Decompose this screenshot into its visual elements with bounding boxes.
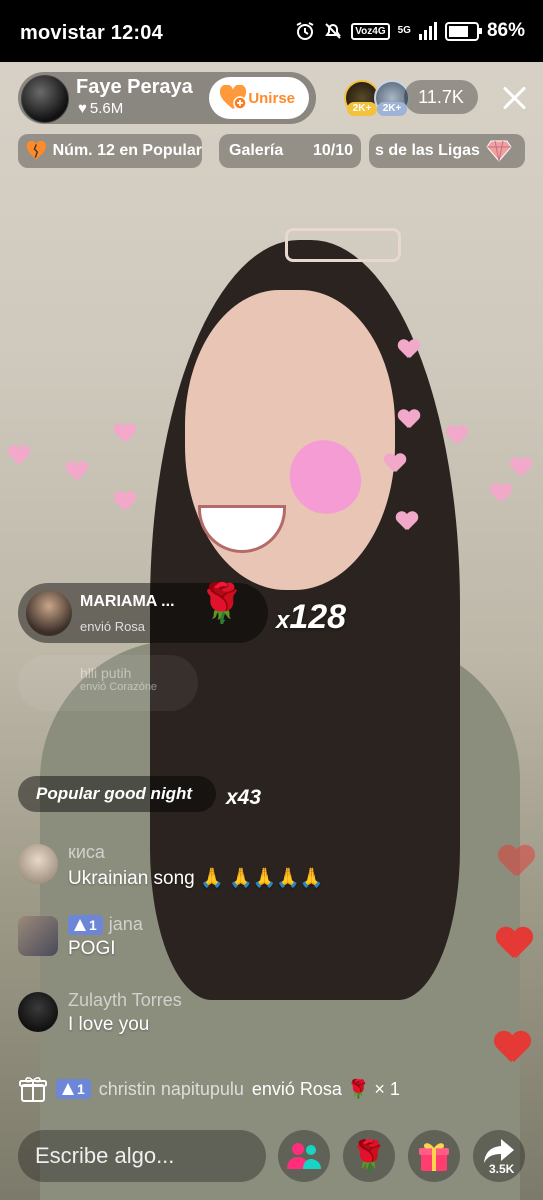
multi-guest-icon [287,1143,321,1169]
heart-effect-icon [490,484,512,504]
heart-effect-icon [398,410,420,430]
chat-text: I love you [68,1014,150,1035]
heart-effect-icon [398,340,420,360]
alarm-icon [295,21,315,41]
heart-icon: ♥ [78,100,87,117]
host-name: Faye Peraya [76,76,193,98]
viewer-count[interactable]: 11.7K [404,80,478,114]
gift-notice-user: christin napitupulu [98,1078,244,1099]
mute-icon [323,21,343,41]
gift-action: envió Rosa [80,619,146,634]
level-number: 1 [89,916,97,933]
level-badge: 1 [68,914,103,935]
gallery-chip[interactable]: Galería 10/10 [219,134,361,168]
heart-effect-icon [114,492,136,512]
chat-username: jana [108,914,143,934]
popular-combo-count: x43 [226,786,262,809]
battery-percent: 86% [486,20,525,41]
share-arrow-icon [484,1139,514,1163]
heart-effect-icon [396,512,418,532]
rank-chip[interactable]: Núm. 12 en Popular [18,134,202,168]
gift-box-icon [18,1074,48,1104]
popular-banner-text: good night [104,784,193,803]
carrier-name: movistar [20,22,105,44]
level-up-icon [74,918,86,931]
share-count: 3.5K [489,1162,515,1176]
faded-gift-text: hlli putih envió Corazóne [80,665,157,693]
host-info[interactable]: Faye Peraya ♥ 5.6M Unirse [18,72,316,124]
heart-effect-icon [510,458,532,478]
leagues-label: s de las Ligas [375,142,480,159]
join-label: Unirse [248,89,295,107]
status-icons: Voz4G 5G 86% [295,20,525,42]
chat-message[interactable]: Zulayth Torres I love you [18,990,458,1046]
popular-banner: Popular good night [18,776,216,812]
status-carrier-time: movistar 12:04 [20,22,163,45]
host-avatar[interactable] [21,75,69,123]
gallery-progress: 10/10 [312,142,353,159]
join-heart-icon [219,85,247,110]
gallery-label: Galería [229,142,284,159]
gift-icon [419,1143,449,1171]
heart-icon [494,1032,530,1064]
heart-icon [498,846,534,878]
chat-username-row: Zulayth Torres [68,990,182,1011]
gift-notice[interactable]: 1 christin napitupulu envió Rosa 🌹 × 1 [18,1072,498,1106]
gift-sender-name: MARIAMA ... [80,593,175,610]
chat-avatar[interactable] [18,992,58,1032]
chat-avatar[interactable] [18,844,58,884]
chat-message[interactable]: киса Ukrainian song 🙏 🙏🙏🙏🙏 [18,842,458,898]
gift-combo-count: x128 [276,598,347,636]
comment-input[interactable]: Escribe algo... [18,1130,266,1182]
status-bar: movistar 12:04 Voz4G 5G 86% [0,0,543,62]
heart-effect-icon [446,426,468,446]
heart-effect-icon [66,462,88,482]
signal-icon [418,22,437,40]
clock: 12:04 [110,22,163,44]
level-number: 1 [77,1081,85,1097]
gift-sender-avatar[interactable] [26,590,72,636]
chat-username-row: киса [68,842,105,863]
heart-effect-icon [8,446,30,466]
gift-notice-action: envió Rosa 🌹 × 1 [251,1078,400,1099]
close-icon[interactable] [496,80,532,116]
chat-username: киса [68,842,105,862]
top-viewer-badge: 2K+ [377,102,407,116]
broken-heart-icon [26,141,46,160]
diamond-icon [486,140,512,162]
leagues-chip[interactable]: s de las Ligas [369,134,525,168]
heart-effect-icon [384,454,406,474]
faded-gift-sender: hlli putih [80,665,132,681]
guests-button[interactable] [278,1130,330,1182]
chat-text: Ukrainian song 🙏 🙏🙏🙏🙏 [68,868,324,889]
gift-button[interactable] [408,1130,460,1182]
rose-gift-button[interactable]: 🌹 [343,1130,395,1182]
chat-avatar[interactable] [18,916,58,956]
chat-username-row: 1 jana [68,914,143,935]
faded-gift-action: envió Corazóne [80,681,158,693]
heart-effect-icon [114,424,136,444]
chat-username: Zulayth Torres [68,990,182,1010]
host-likes-count: 5.6M [89,100,124,117]
chat-message[interactable]: 1 jana POGI [18,914,458,970]
host-likes: ♥ 5.6M [78,100,123,117]
network-type: 5G [397,25,411,36]
battery-icon [444,21,482,41]
video-subject-glasses [285,228,401,262]
top-viewer-badge: 2K+ [347,102,377,116]
popular-banner-prefix: Popular [36,784,100,803]
level-up-icon [62,1083,74,1095]
rank-label: Núm. 12 en Popular [52,142,202,159]
rose-gift-icon: 🌹 [198,583,246,625]
rose-icon: 🌹 [350,1139,388,1173]
join-button[interactable]: Unirse [209,77,309,119]
chat-text: POGI [68,938,116,959]
network-label: Voz4G [351,22,390,40]
heart-icon [496,928,532,960]
level-badge: 1 [56,1079,91,1099]
